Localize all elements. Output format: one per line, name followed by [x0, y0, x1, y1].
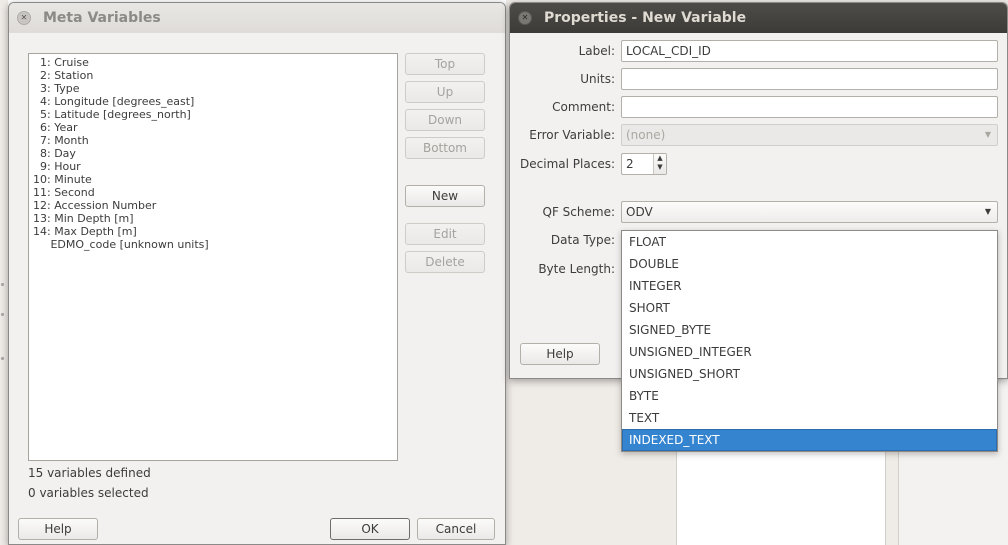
list-item[interactable]: EDMO_code [unknown units] — [29, 238, 397, 251]
decimal-places-label: Decimal Places: — [520, 157, 615, 171]
dropdown-option[interactable]: TEXT — [622, 407, 997, 429]
meta-variables-dialog: ✕ Meta Variables 1: Cruise 2: Station 3:… — [8, 2, 506, 545]
cancel-button[interactable]: Cancel — [417, 518, 495, 540]
variables-defined-status: 15 variables defined — [28, 466, 151, 480]
error-variable-value: (none) — [626, 128, 666, 142]
qf-scheme-select[interactable]: ODV ▼ — [621, 201, 998, 223]
chevron-down-icon: ▼ — [984, 130, 991, 139]
top-button[interactable]: Top — [405, 53, 485, 75]
meta-variables-titlebar[interactable]: ✕ Meta Variables — [9, 3, 505, 33]
spin-up-icon[interactable]: ▲ — [654, 154, 666, 163]
list-item[interactable]: 2: Station — [29, 69, 397, 82]
bottom-button[interactable]: Bottom — [405, 137, 485, 159]
edit-button[interactable]: Edit — [405, 223, 485, 245]
list-item[interactable]: 3: Type — [29, 82, 397, 95]
data-type-label: Data Type: — [550, 233, 615, 247]
decimal-places-spinbox[interactable]: 2 ▲ ▼ — [621, 153, 667, 175]
comment-input[interactable] — [621, 96, 998, 118]
variable-list[interactable]: 1: Cruise 2: Station 3: Type 4: Longitud… — [28, 53, 398, 461]
qf-scheme-value: ODV — [626, 205, 653, 219]
list-item[interactable]: 1: Cruise — [29, 56, 397, 69]
help-button[interactable]: Help — [520, 343, 600, 365]
dropdown-option[interactable]: FLOAT — [622, 231, 997, 253]
list-item[interactable]: 14: Max Depth [m] — [29, 225, 397, 238]
label-field-label: Label: — [578, 44, 615, 58]
list-item[interactable]: 6: Year — [29, 121, 397, 134]
background-window-edge — [0, 0, 8, 545]
new-button[interactable]: New — [405, 185, 485, 207]
dropdown-option-selected[interactable]: INDEXED_TEXT — [622, 429, 997, 451]
dropdown-option[interactable]: SIGNED_BYTE — [622, 319, 997, 341]
qf-scheme-label: QF Scheme: — [542, 205, 615, 219]
dropdown-option[interactable]: UNSIGNED_INTEGER — [622, 341, 997, 363]
spin-buttons[interactable]: ▲ ▼ — [653, 154, 666, 174]
close-icon[interactable]: ✕ — [17, 11, 31, 25]
list-item[interactable]: 7: Month — [29, 134, 397, 147]
list-item[interactable]: 12: Accession Number — [29, 199, 397, 212]
byte-length-label: Byte Length: — [538, 262, 615, 276]
dropdown-option[interactable]: BYTE — [622, 385, 997, 407]
delete-button[interactable]: Delete — [405, 251, 485, 273]
data-type-dropdown[interactable]: FLOAT DOUBLE INTEGER SHORT SIGNED_BYTE U… — [621, 230, 998, 452]
background-mark — [1, 283, 4, 286]
dropdown-option[interactable]: INTEGER — [622, 275, 997, 297]
list-item[interactable]: 8: Day — [29, 147, 397, 160]
dialog-title: Properties - New Variable — [544, 10, 747, 26]
variables-selected-status: 0 variables selected — [28, 486, 149, 500]
dropdown-option[interactable]: DOUBLE — [622, 253, 997, 275]
error-variable-label: Error Variable: — [529, 128, 615, 142]
dropdown-option[interactable]: SHORT — [622, 297, 997, 319]
up-button[interactable]: Up — [405, 81, 485, 103]
background-mark — [1, 313, 4, 316]
list-item[interactable]: 5: Latitude [degrees_north] — [29, 108, 397, 121]
meta-variables-body: 1: Cruise 2: Station 3: Type 4: Longitud… — [17, 33, 505, 544]
error-variable-select[interactable]: (none) ▼ — [621, 124, 998, 146]
label-input[interactable]: LOCAL_CDI_ID — [621, 40, 998, 62]
dropdown-option[interactable]: UNSIGNED_SHORT — [622, 363, 997, 385]
list-item[interactable]: 10: Minute — [29, 173, 397, 186]
properties-titlebar[interactable]: ✕ Properties - New Variable — [510, 3, 1007, 33]
list-item[interactable]: 9: Hour — [29, 160, 397, 173]
close-icon[interactable]: ✕ — [518, 11, 532, 25]
list-item[interactable]: 4: Longitude [degrees_east] — [29, 95, 397, 108]
help-button[interactable]: Help — [18, 518, 98, 540]
background-mark — [1, 357, 4, 360]
units-input[interactable] — [621, 68, 998, 90]
list-item[interactable]: 13: Min Depth [m] — [29, 212, 397, 225]
list-item[interactable]: 11: Second — [29, 186, 397, 199]
dialog-title: Meta Variables — [43, 10, 161, 26]
chevron-down-icon: ▼ — [984, 207, 991, 216]
down-button[interactable]: Down — [405, 109, 485, 131]
decimal-places-value: 2 — [626, 157, 634, 171]
units-field-label: Units: — [580, 72, 615, 86]
comment-field-label: Comment: — [552, 100, 615, 114]
spin-down-icon[interactable]: ▼ — [654, 163, 666, 172]
ok-button[interactable]: OK — [330, 518, 410, 540]
